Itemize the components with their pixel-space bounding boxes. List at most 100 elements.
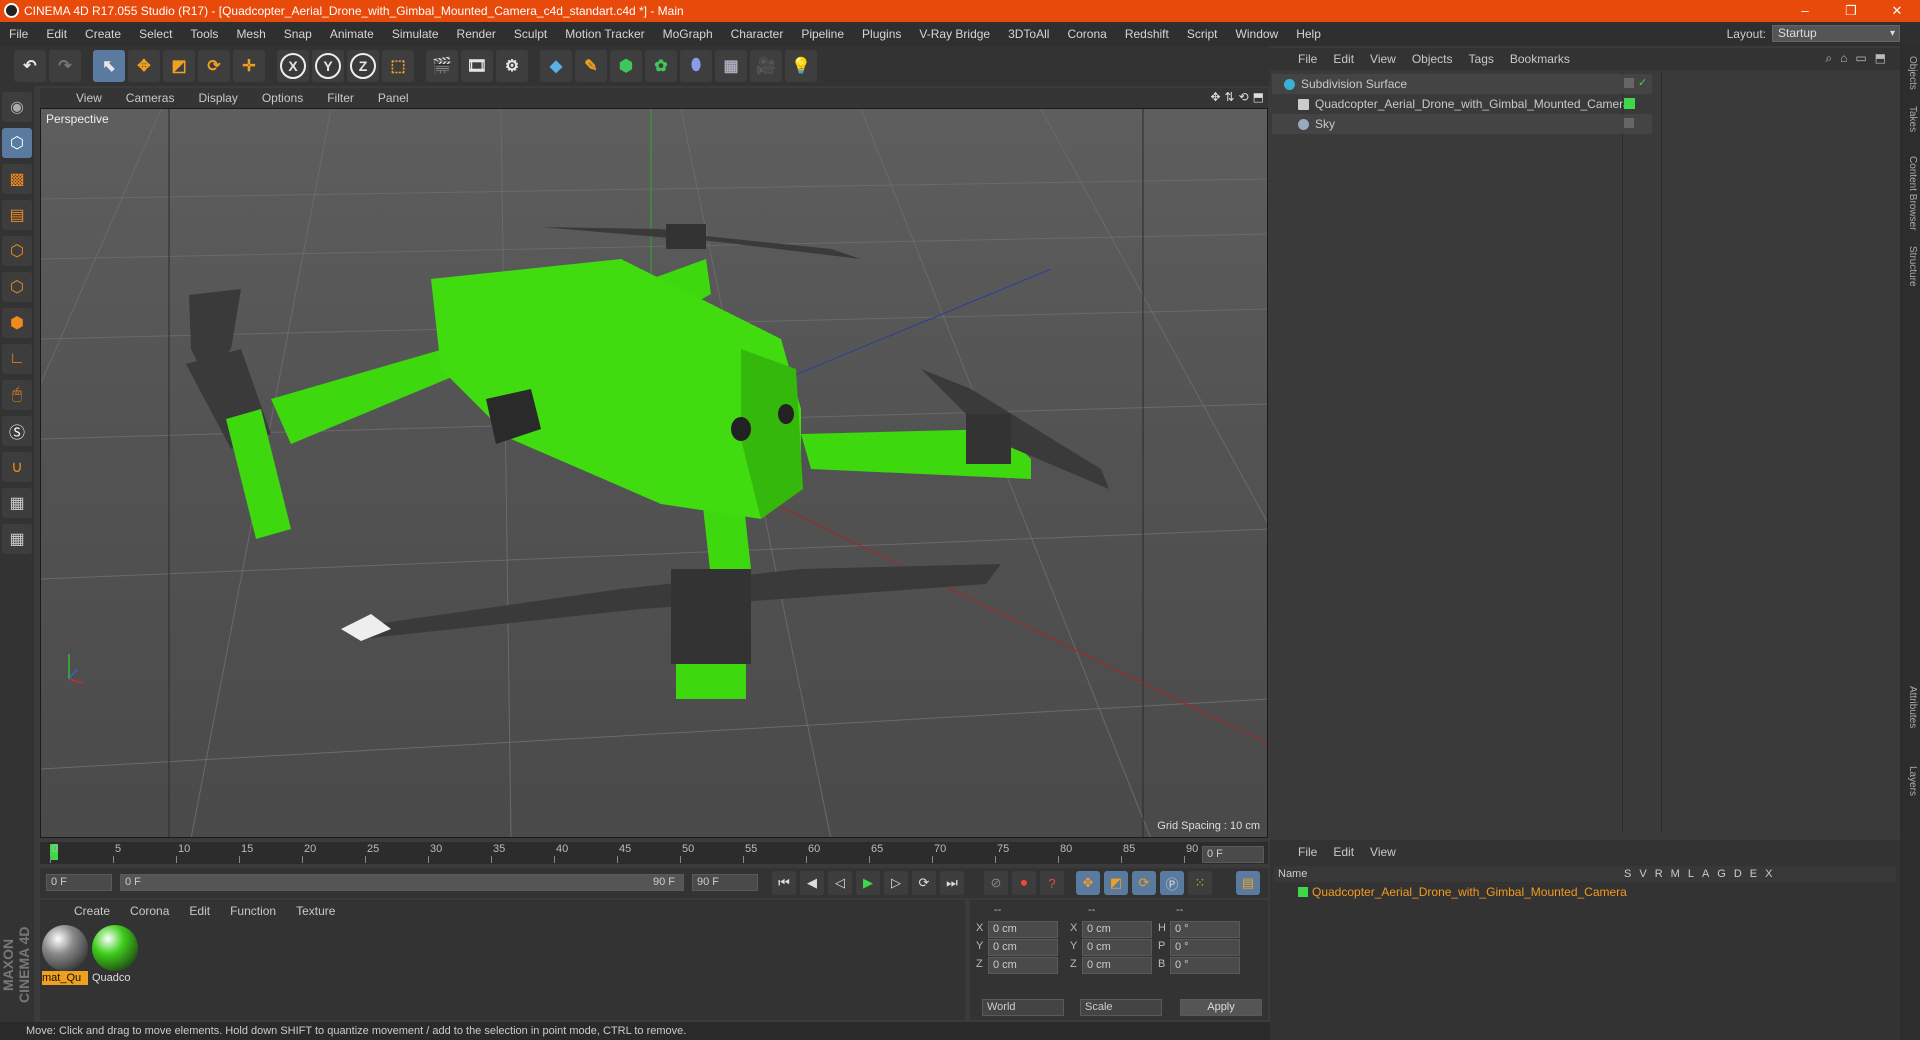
coord-value-field[interactable]: 0 cm <box>988 957 1058 974</box>
layer-flag-r[interactable]: R <box>1655 866 1663 882</box>
material-menu-texture[interactable]: Texture <box>286 904 345 918</box>
menu-character[interactable]: Character <box>722 27 793 41</box>
next-key-icon[interactable]: ⟳ <box>912 871 936 895</box>
render-picture-viewer-icon[interactable]: 🎞 <box>461 50 493 82</box>
object-menu-view[interactable]: View <box>1362 52 1404 66</box>
right-tab-content-browser[interactable]: Content Browser <box>1902 156 1918 230</box>
x-axis-lock-icon[interactable]: X <box>277 50 309 82</box>
render-settings-icon[interactable]: ⚙ <box>496 50 528 82</box>
visibility-toggle-icon[interactable] <box>1624 78 1634 88</box>
menu-window[interactable]: Window <box>1227 27 1288 41</box>
cube-primitive-icon[interactable]: ◆ <box>540 50 572 82</box>
layer-flag-s[interactable]: S <box>1624 866 1631 882</box>
layer-flag-x[interactable]: X <box>1765 866 1772 882</box>
menu-edit[interactable]: Edit <box>37 27 76 41</box>
model-mode-icon[interactable]: ⬡ <box>2 128 32 158</box>
coord-value-field[interactable]: 0 cm <box>1082 957 1152 974</box>
coordinate-system-icon[interactable]: ⬚ <box>382 50 414 82</box>
menu-plugins[interactable]: Plugins <box>853 27 910 41</box>
coord-value-field[interactable]: 0 ° <box>1170 939 1240 956</box>
points-mode-icon[interactable]: ⬡ <box>2 236 32 266</box>
minimize-button[interactable]: – <box>1782 0 1828 22</box>
coord-value-field[interactable]: 0 cm <box>1082 939 1152 956</box>
autokey-icon[interactable]: ⏺ <box>1012 871 1036 895</box>
pan-icon[interactable]: ✥ <box>1210 90 1220 104</box>
right-tab-takes[interactable]: Takes <box>1902 106 1918 132</box>
layer-flag-g[interactable]: G <box>1717 866 1726 882</box>
menu-mograph[interactable]: MoGraph <box>654 27 722 41</box>
home-icon[interactable]: ⌂ <box>1840 51 1847 66</box>
key-position-icon[interactable]: ✥ <box>1076 871 1100 895</box>
y-axis-lock-icon[interactable]: Y <box>312 50 344 82</box>
menu-v-ray-bridge[interactable]: V-Ray Bridge <box>910 27 999 41</box>
right-tab-structure[interactable]: Structure <box>1902 246 1918 287</box>
menu-select[interactable]: Select <box>130 27 181 41</box>
render-view-icon[interactable]: 🎬 <box>426 50 458 82</box>
layer-flag-d[interactable]: D <box>1734 866 1742 882</box>
visibility-toggle-icon[interactable] <box>1624 118 1634 128</box>
menu-create[interactable]: Create <box>76 27 130 41</box>
current-frame-field[interactable]: 0 F <box>1202 846 1264 863</box>
material-swatch[interactable]: mat_Qu <box>42 925 88 985</box>
planar-workplane-icon[interactable]: ▦ <box>2 524 32 554</box>
material-menu-edit[interactable]: Edit <box>179 904 220 918</box>
object-menu-tags[interactable]: Tags <box>1461 52 1502 66</box>
previous-frame-icon[interactable]: ◁ <box>828 871 852 895</box>
object-row-quadcopter[interactable]: Quadcopter_Aerial_Drone_with_Gimbal_Moun… <box>1272 94 1652 114</box>
menu-redshift[interactable]: Redshift <box>1116 27 1178 41</box>
right-tab-layers[interactable]: Layers <box>1902 766 1918 796</box>
menu-help[interactable]: Help <box>1287 27 1330 41</box>
subdivision-surface-icon[interactable]: ⬢ <box>610 50 642 82</box>
spline-pen-icon[interactable]: ✎ <box>575 50 607 82</box>
key-rotation-icon[interactable]: ⟳ <box>1132 871 1156 895</box>
play-icon[interactable]: ▶ <box>856 871 880 895</box>
layout-dropdown[interactable]: Startup <box>1772 25 1900 42</box>
object-row-subdivision[interactable]: Subdivision Surface <box>1272 74 1652 94</box>
viewport-menu-filter[interactable]: Filter <box>315 91 366 105</box>
menu-script[interactable]: Script <box>1178 27 1227 41</box>
workplane-mode-icon[interactable]: ▤ <box>2 200 32 230</box>
layer-flag-l[interactable]: L <box>1688 866 1694 882</box>
key-pla-icon[interactable]: ⁙ <box>1188 871 1212 895</box>
material-menu-create[interactable]: Create <box>64 904 120 918</box>
keyframe-selection-icon[interactable]: ? <box>1040 871 1064 895</box>
preview-range-slider[interactable]: 0 F 90 F <box>120 874 684 891</box>
texture-mode-icon[interactable]: ▩ <box>2 164 32 194</box>
key-scale-icon[interactable]: ◩ <box>1104 871 1128 895</box>
next-frame-icon[interactable]: ▷ <box>884 871 908 895</box>
maximize-view-icon[interactable]: ⬒ <box>1253 90 1264 104</box>
right-tab-objects[interactable]: Objects <box>1902 56 1918 90</box>
layer-flag-m[interactable]: M <box>1671 866 1680 882</box>
layer-menu-file[interactable]: File <box>1290 845 1325 859</box>
scale-icon[interactable]: ◩ <box>163 50 195 82</box>
menu-simulate[interactable]: Simulate <box>383 27 448 41</box>
coord-value-field[interactable]: 0 cm <box>1082 921 1152 938</box>
menu-corona[interactable]: Corona <box>1058 27 1115 41</box>
perspective-viewport[interactable] <box>40 108 1268 838</box>
coord-value-field[interactable]: 0 ° <box>1170 957 1240 974</box>
key-parameter-icon[interactable]: Ⓟ <box>1160 871 1184 895</box>
viewport-menu-view[interactable]: View <box>64 91 114 105</box>
scale-dropdown[interactable]: Scale <box>1080 999 1162 1016</box>
new-view-icon[interactable]: ▭ <box>1855 51 1866 66</box>
light-icon[interactable]: 💡 <box>785 50 817 82</box>
enabled-check-icon[interactable]: ✓ <box>1638 76 1647 89</box>
redo-icon[interactable]: ↷ <box>49 50 81 82</box>
make-editable-icon[interactable]: ◉ <box>2 92 32 122</box>
orbit-icon[interactable]: ⟲ <box>1239 90 1249 104</box>
z-axis-lock-icon[interactable]: Z <box>347 50 379 82</box>
camera-icon[interactable]: 🎥 <box>750 50 782 82</box>
layer-row[interactable]: Quadcopter_Aerial_Drone_with_Gimbal_Moun… <box>1274 883 1896 901</box>
object-menu-file[interactable]: File <box>1290 52 1325 66</box>
go-to-end-icon[interactable]: ⏭ <box>940 871 964 895</box>
layer-flag-a[interactable]: A <box>1702 866 1709 882</box>
coord-value-field[interactable]: 0 cm <box>988 921 1058 938</box>
object-menu-edit[interactable]: Edit <box>1325 52 1362 66</box>
viewport-menu-display[interactable]: Display <box>186 91 249 105</box>
floor-icon[interactable]: ▦ <box>715 50 747 82</box>
expand-icon[interactable]: ⬒ <box>1875 51 1886 66</box>
viewport-menu-panel[interactable]: Panel <box>366 91 421 105</box>
rotate-icon[interactable]: ⟳ <box>198 50 230 82</box>
close-button[interactable]: ✕ <box>1874 0 1920 22</box>
coord-value-field[interactable]: 0 ° <box>1170 921 1240 938</box>
